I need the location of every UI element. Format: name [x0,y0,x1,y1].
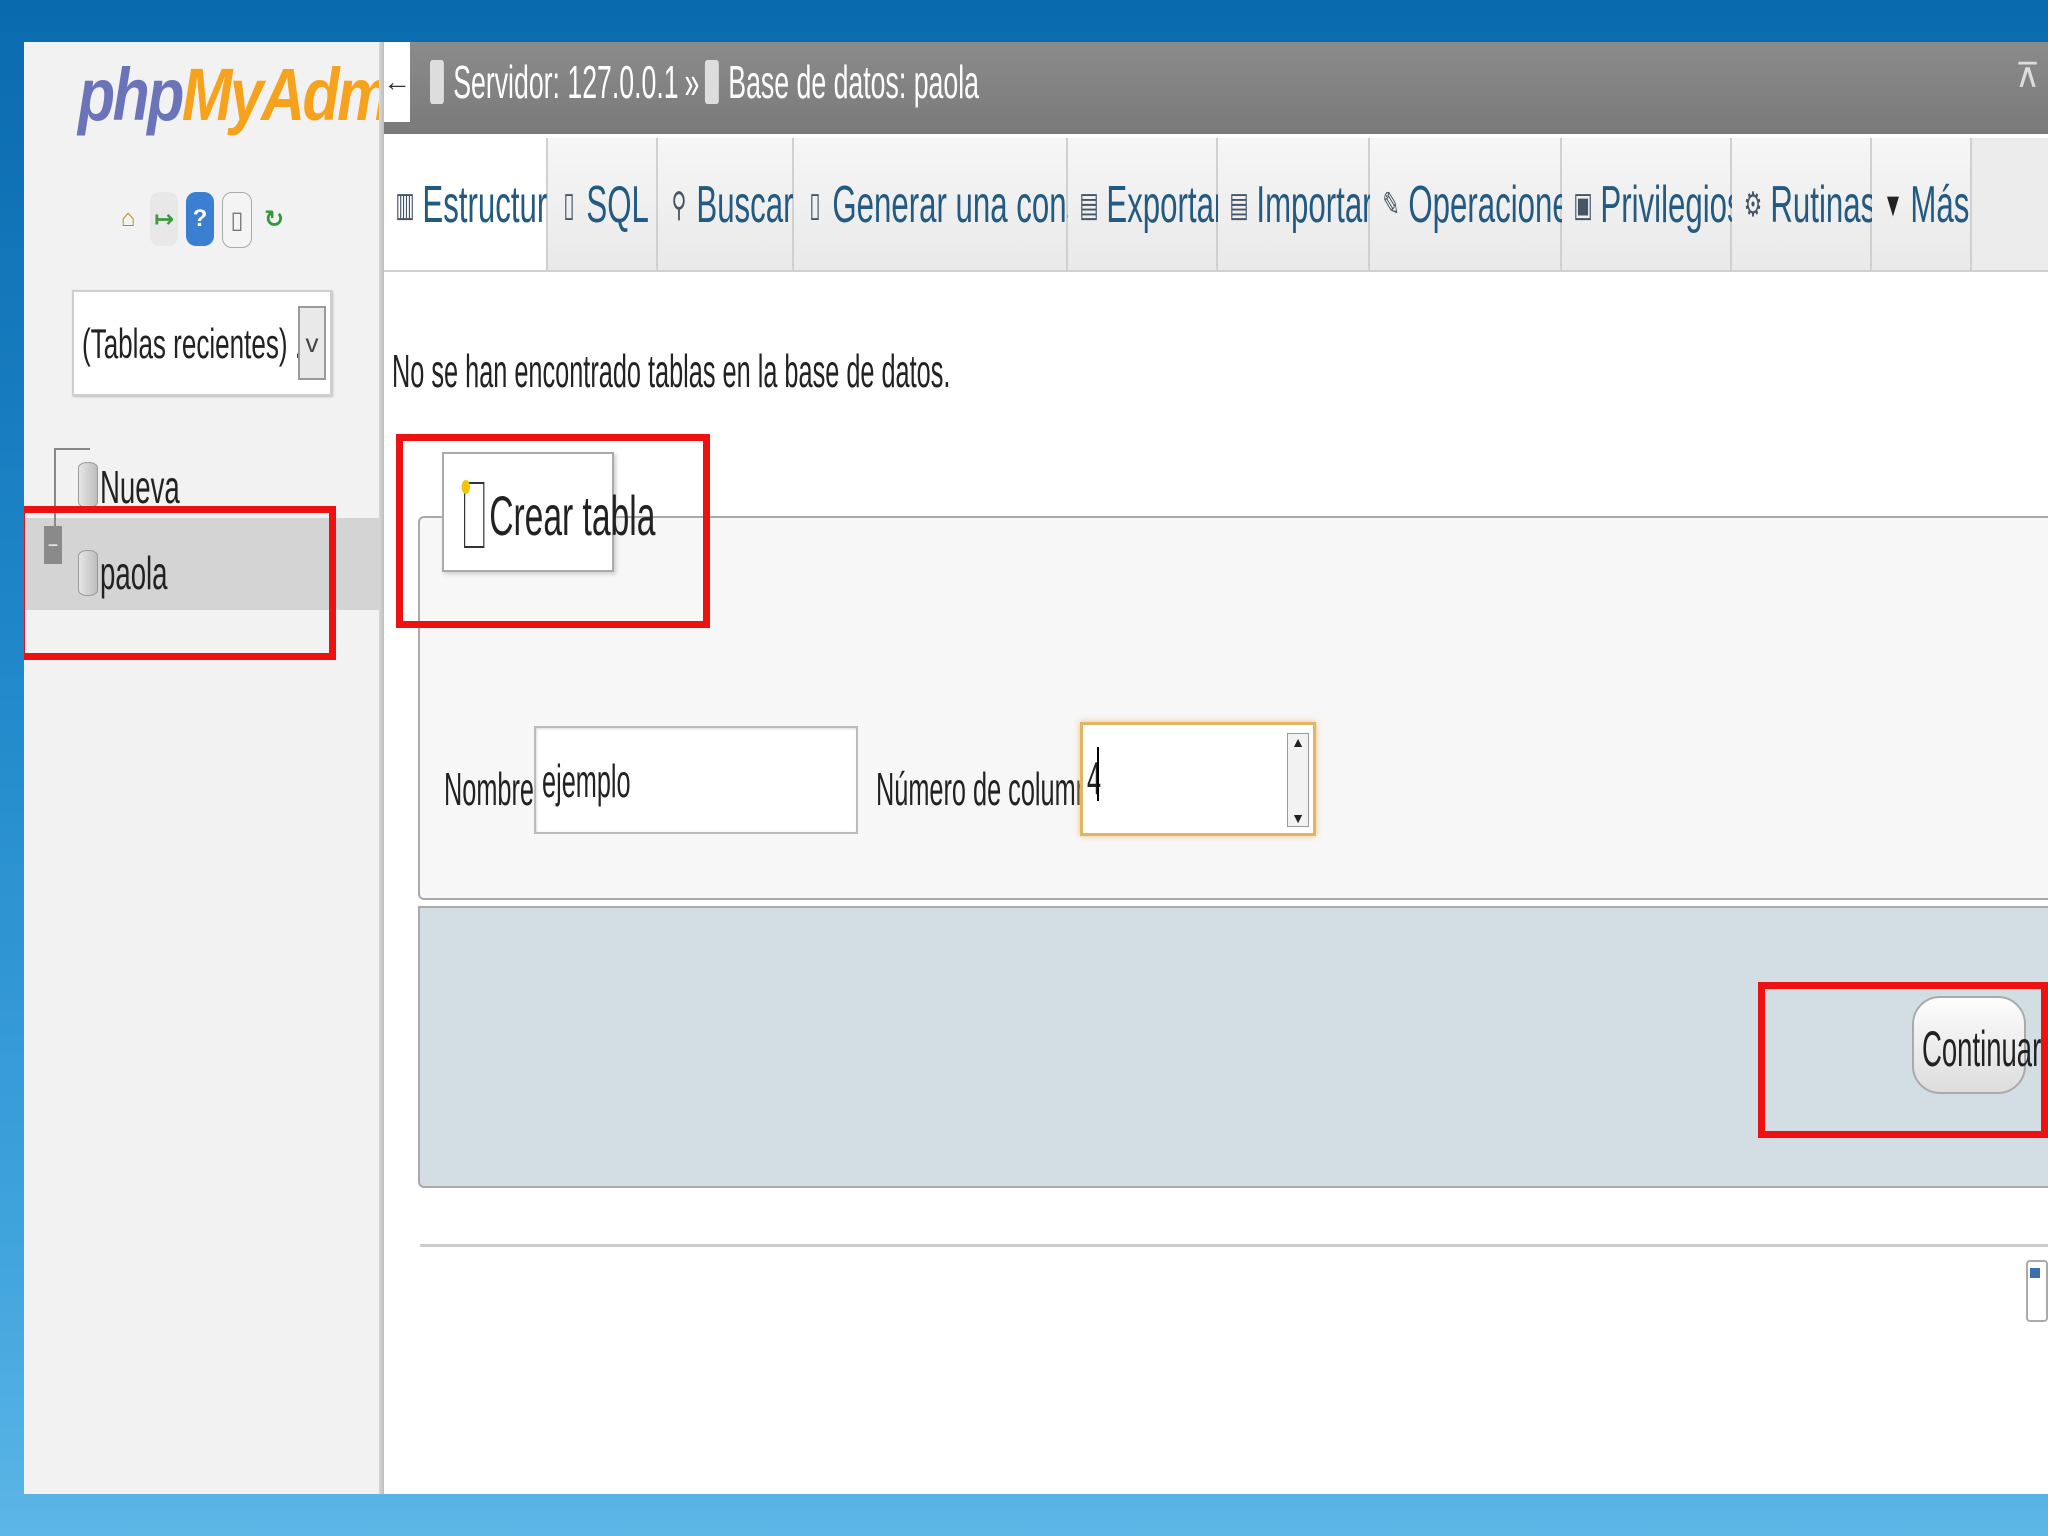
tab-importar[interactable]: ▤ Importar [1218,138,1373,270]
reload-icon[interactable]: ↻ [260,192,288,246]
tab-rutinas[interactable]: ⚙ Rutinas [1732,138,1876,270]
export-icon: ▤ [1079,186,1099,224]
breadcrumb-server[interactable]: Servidor: 127.0.0.1 [453,55,678,109]
structure-icon: ▥ [395,186,415,224]
logout-icon[interactable]: ↦ [150,192,178,246]
highlight-box-create-table [396,434,710,628]
navigation-panel: phpMyAdmin ⌂ ↦ ? ▯ ↻ (Tablas recientes) … [24,42,440,1494]
tab-generar-consulta[interactable]: ▯ Generar una consulta [794,138,1132,270]
chevron-down-icon[interactable]: v [298,306,326,380]
tab-estructura[interactable]: ▥ Estructura [384,138,565,270]
search-icon: ⚲ [671,186,687,224]
breadcrumb-database[interactable]: Base de datos: paola [728,55,979,109]
database-icon [705,60,720,104]
breadcrumb-bar: ← Servidor: 127.0.0.1 » Base de datos: p… [383,42,2048,134]
breadcrumb-separator: » [684,56,700,108]
tab-sql[interactable]: ▯ SQL [548,138,658,270]
sql-icon: ▯ [563,186,575,224]
tree-connector [54,448,90,450]
console-icon[interactable] [2026,1260,2048,1322]
routines-icon: ⚙ [1743,186,1763,224]
docs-icon[interactable]: ▯ [222,192,252,248]
divider [420,1244,2048,1247]
columns-stepper[interactable]: ▲ ▼ [1287,733,1309,827]
help-icon[interactable]: ? [186,192,214,246]
stepper-up-icon[interactable]: ▲ [1291,734,1305,750]
highlight-box-continue [1758,982,2048,1138]
query-icon: ▯ [809,186,821,224]
collapse-top-icon[interactable]: ⊼ [2015,56,2040,96]
stepper-down-icon[interactable]: ▼ [1291,810,1305,826]
columns-count-input[interactable]: 4 ▲ ▼ [1080,722,1316,836]
tab-mas[interactable]: ▼ Más [1872,138,1972,270]
quick-icons: ⌂ ↦ ? ▯ ↻ [114,192,288,248]
tab-operaciones[interactable]: ✎ Operaciones [1370,138,1585,270]
main-panel: ← Servidor: 127.0.0.1 » Base de datos: p… [383,42,2048,1494]
server-icon [430,60,444,104]
wrench-icon: ✎ [1382,186,1400,224]
name-label: Nombre: [444,763,542,815]
import-icon: ▤ [1229,186,1249,224]
tab-buscar[interactable]: ⚲ Buscar [658,138,794,270]
tab-bar: ▥ Estructura ▯ SQL ⚲ Buscar ▯ Generar una co… [384,138,2048,272]
breadcrumb: Servidor: 127.0.0.1 » Base de datos: pao… [430,52,979,112]
privileges-icon: ▣ [1573,186,1593,224]
text-caret [1097,747,1099,801]
home-icon[interactable]: ⌂ [114,192,142,246]
no-tables-notice: No se han encontrado tablas en la base d… [392,345,951,397]
back-arrow-icon[interactable]: ← [383,42,411,122]
recent-tables-select[interactable]: (Tablas recientes) ... v [72,290,332,396]
tab-privilegios[interactable]: ▣ Privilegios [1562,138,1743,270]
tab-exportar[interactable]: ▤ Exportar [1068,138,1224,270]
new-database-icon [78,462,98,508]
table-name-input[interactable]: ejemplo [534,726,858,834]
triangle-down-icon: ▼ [1882,185,1904,224]
app-window: phpMyAdmin ⌂ ↦ ? ▯ ↻ (Tablas recientes) … [24,42,2048,1494]
highlight-box-database [24,506,336,660]
